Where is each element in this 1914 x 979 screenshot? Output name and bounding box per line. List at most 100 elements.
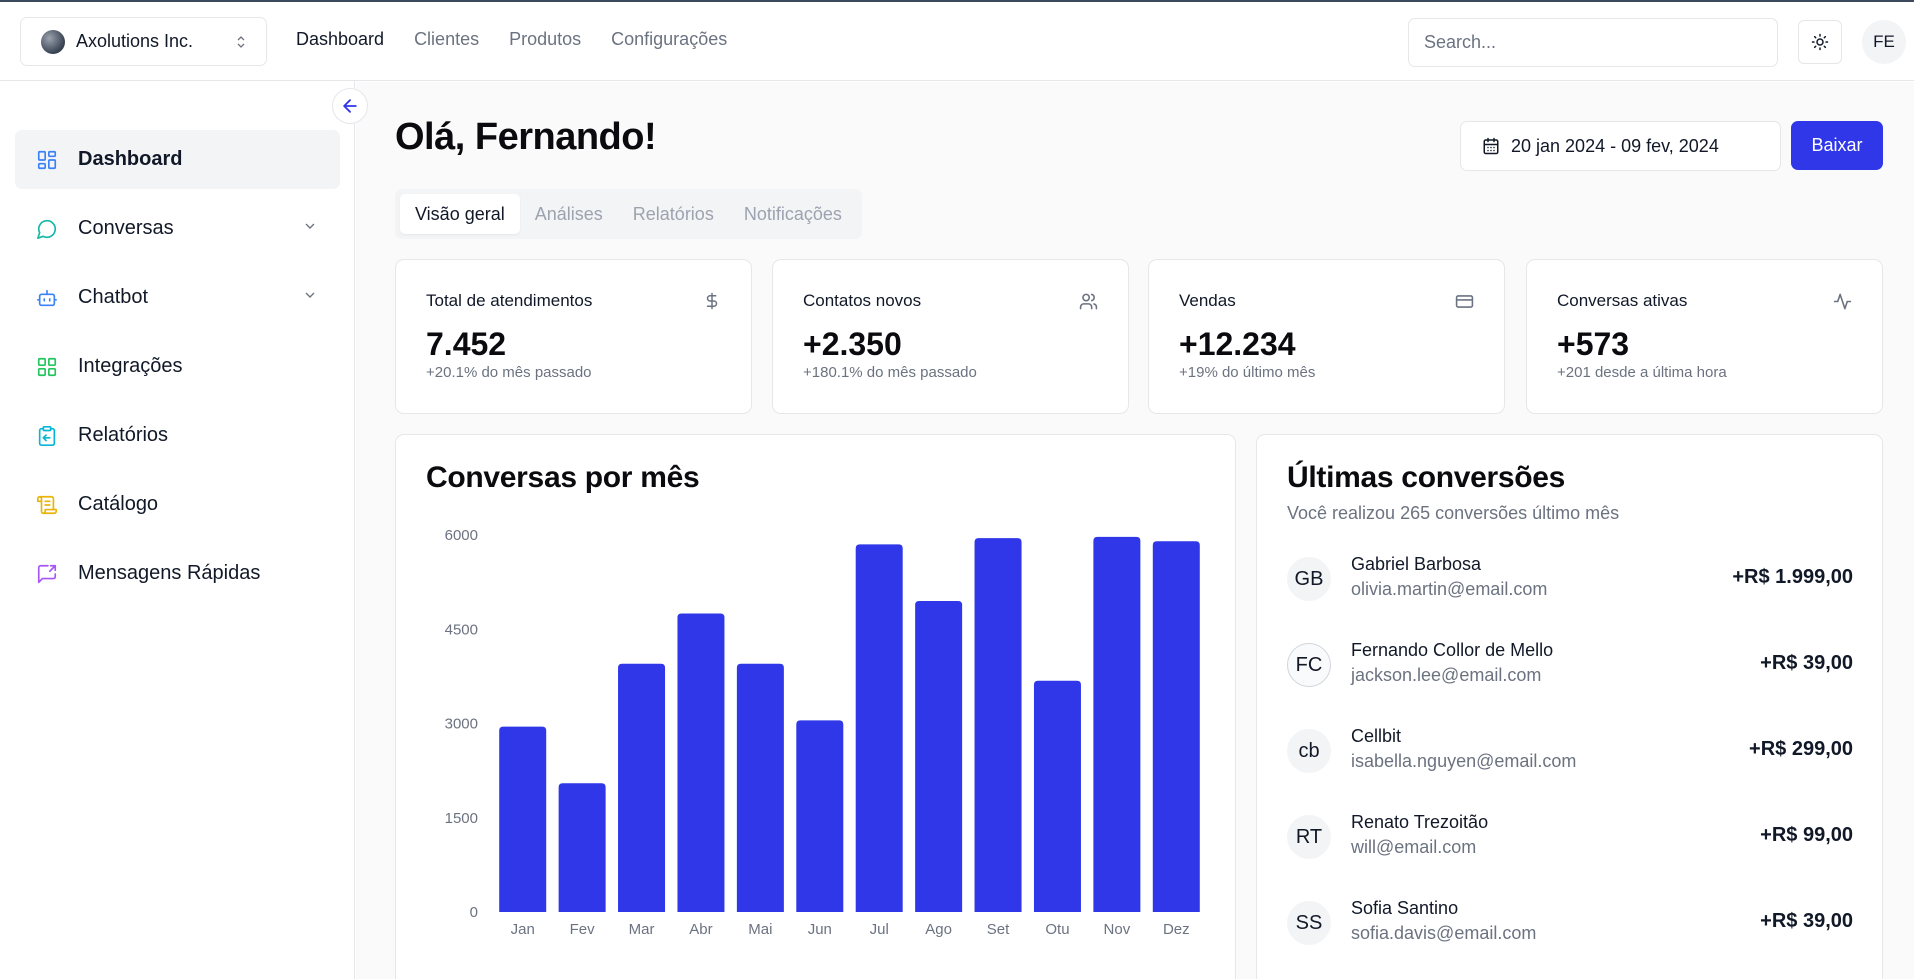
- avatar: GB: [1287, 557, 1331, 601]
- conversion-email: isabella.nguyen@email.com: [1351, 751, 1577, 771]
- stat-value: +2.350: [803, 326, 902, 362]
- stat-value: +573: [1557, 326, 1630, 362]
- page-title: Olá, Fernando!: [395, 116, 657, 158]
- tab-analises[interactable]: Análises: [520, 194, 618, 234]
- conversion-amount: +R$ 39,00: [1760, 910, 1853, 932]
- sidebar-item-label: Conversas: [78, 217, 174, 239]
- chevron-down-icon[interactable]: [302, 218, 318, 239]
- avatar: RT: [1287, 815, 1331, 859]
- collapse-sidebar-button[interactable]: [332, 88, 368, 124]
- tab-notificacoes[interactable]: Notificações: [729, 194, 857, 234]
- nav-clientes[interactable]: Clientes: [414, 29, 479, 50]
- bar-fev[interactable]: [558, 783, 606, 912]
- recent-conversions-card: Últimas conversões Você realizou 265 con…: [1256, 434, 1883, 979]
- tab-relatorios[interactable]: Relatórios: [618, 194, 729, 234]
- blocks-icon: [35, 355, 59, 379]
- stat-value: 7.452: [426, 326, 507, 362]
- stat-title: Conversas ativas: [1557, 291, 1688, 310]
- stat-subtext: +201 desde a última hora: [1557, 364, 1727, 381]
- bar-ago[interactable]: [915, 600, 963, 912]
- date-range-picker[interactable]: 20 jan 2024 - 09 fev, 2024: [1460, 121, 1781, 171]
- conversion-name: Fernando Collor de Mello: [1351, 640, 1554, 660]
- x-tick-label: Fev: [570, 921, 596, 938]
- activity-icon: [1833, 292, 1852, 316]
- conversion-row[interactable]: GB Gabriel Barbosa olivia.martin@email.c…: [1287, 554, 1853, 604]
- sidebar-item-conversas[interactable]: Conversas: [15, 199, 340, 258]
- conversion-amount: +R$ 99,00: [1760, 824, 1853, 846]
- bar-jul[interactable]: [855, 544, 903, 912]
- y-tick-label: 1500: [445, 810, 478, 827]
- bar-chart: 0 1500 3000 4500 6000 Jan Fev Mar Abr Mai Jun Jul Ag…: [445, 527, 1200, 938]
- bar-jan[interactable]: [499, 726, 547, 912]
- conversions-title: Últimas conversões: [1287, 461, 1566, 494]
- conversion-row[interactable]: cb Cellbit isabella.nguyen@email.com +R$…: [1287, 726, 1853, 776]
- theme-toggle-button[interactable]: [1798, 20, 1842, 64]
- calendar-icon: [1482, 137, 1500, 155]
- conversions-subtitle: Você realizou 265 conversões último mês: [1287, 503, 1620, 523]
- bot-icon: [35, 286, 59, 310]
- sidebar-item-dashboard[interactable]: Dashboard: [15, 130, 340, 189]
- x-tick-label: Mai: [748, 921, 772, 938]
- stat-title: Total de atendimentos: [426, 291, 593, 310]
- sidebar-item-label: Integrações: [78, 355, 183, 377]
- conversion-row[interactable]: RT Renato Trezoitão will@email.com +R$ 9…: [1287, 812, 1853, 862]
- chart-card: Conversas por mês 0 1500 3000 4500 6000 Jan Fe…: [395, 434, 1236, 979]
- avatar: SS: [1287, 901, 1331, 945]
- bar-dez[interactable]: [1152, 541, 1200, 912]
- user-avatar[interactable]: FE: [1862, 20, 1906, 64]
- conversion-row[interactable]: SS Sofia Santino sofia.davis@email.com +…: [1287, 898, 1853, 948]
- sidebar-item-label: Mensagens Rápidas: [78, 562, 261, 584]
- x-tick-label: Mar: [629, 921, 655, 938]
- nav-configuracoes[interactable]: Configurações: [611, 29, 727, 50]
- conversion-row[interactable]: FC Fernando Collor de Mello jackson.lee@…: [1287, 640, 1853, 690]
- bar-abr[interactable]: [677, 613, 725, 912]
- bar-otu[interactable]: [1033, 680, 1081, 912]
- conversion-name: Gabriel Barbosa: [1351, 554, 1482, 574]
- stat-title: Vendas: [1179, 291, 1236, 310]
- chevrons-up-down-icon: [236, 35, 246, 49]
- stat-subtext: +19% do último mês: [1179, 364, 1316, 381]
- date-range-text: 20 jan 2024 - 09 fev, 2024: [1511, 135, 1719, 156]
- chevron-down-icon[interactable]: [302, 287, 318, 308]
- bar-mar[interactable]: [618, 663, 666, 912]
- credit-card-icon: [1455, 292, 1474, 316]
- x-tick-label: Set: [987, 921, 1010, 938]
- bar-mai[interactable]: [736, 663, 784, 912]
- sidebar-item-chatbot[interactable]: Chatbot: [15, 268, 340, 327]
- tab-visao-geral[interactable]: Visão geral: [400, 194, 520, 234]
- sun-icon: [1811, 33, 1829, 51]
- dollar-icon: [703, 292, 721, 315]
- org-switcher[interactable]: Axolutions Inc.: [20, 17, 267, 66]
- arrow-left-icon: [343, 99, 357, 113]
- bar-nov[interactable]: [1093, 536, 1141, 912]
- sidebar-item-label: Dashboard: [78, 148, 183, 170]
- conversion-name: Sofia Santino: [1351, 898, 1459, 918]
- stat-title: Contatos novos: [803, 291, 922, 310]
- conversion-email: jackson.lee@email.com: [1351, 665, 1542, 685]
- conversion-email: sofia.davis@email.com: [1351, 923, 1537, 943]
- sidebar-item-relatorios[interactable]: Relatórios: [15, 406, 340, 465]
- y-tick-label: 4500: [445, 621, 478, 638]
- top-nav: Dashboard Clientes Produtos Configuraçõe…: [296, 29, 727, 50]
- sidebar-item-label: Relatórios: [78, 424, 169, 446]
- x-tick-label: Nov: [1104, 921, 1131, 938]
- conversion-email: will@email.com: [1351, 837, 1477, 857]
- search-input[interactable]: [1408, 18, 1778, 67]
- bar-jun[interactable]: [796, 720, 844, 912]
- nav-produtos[interactable]: Produtos: [509, 29, 581, 50]
- conversion-amount: +R$ 39,00: [1760, 652, 1853, 674]
- sidebar-item-integracoes[interactable]: Integrações: [15, 337, 340, 396]
- stat-value: +12.234: [1179, 326, 1296, 362]
- conversion-email: olivia.martin@email.com: [1351, 579, 1548, 599]
- x-tick-label: Jun: [808, 921, 832, 938]
- download-button[interactable]: Baixar: [1791, 121, 1883, 170]
- sidebar-item-catalogo[interactable]: Catálogo: [15, 475, 340, 534]
- sidebar-item-mensagens-rapidas[interactable]: Mensagens Rápidas: [15, 544, 340, 603]
- top-bar: Axolutions Inc. Dashboard Clientes Produ…: [0, 0, 1914, 81]
- x-tick-label: Jul: [870, 921, 889, 938]
- org-logo: [41, 29, 65, 54]
- nav-dashboard[interactable]: Dashboard: [296, 29, 384, 50]
- bar-set[interactable]: [974, 538, 1022, 912]
- x-tick-label: Ago: [925, 921, 952, 938]
- x-tick-label: Otu: [1045, 921, 1069, 938]
